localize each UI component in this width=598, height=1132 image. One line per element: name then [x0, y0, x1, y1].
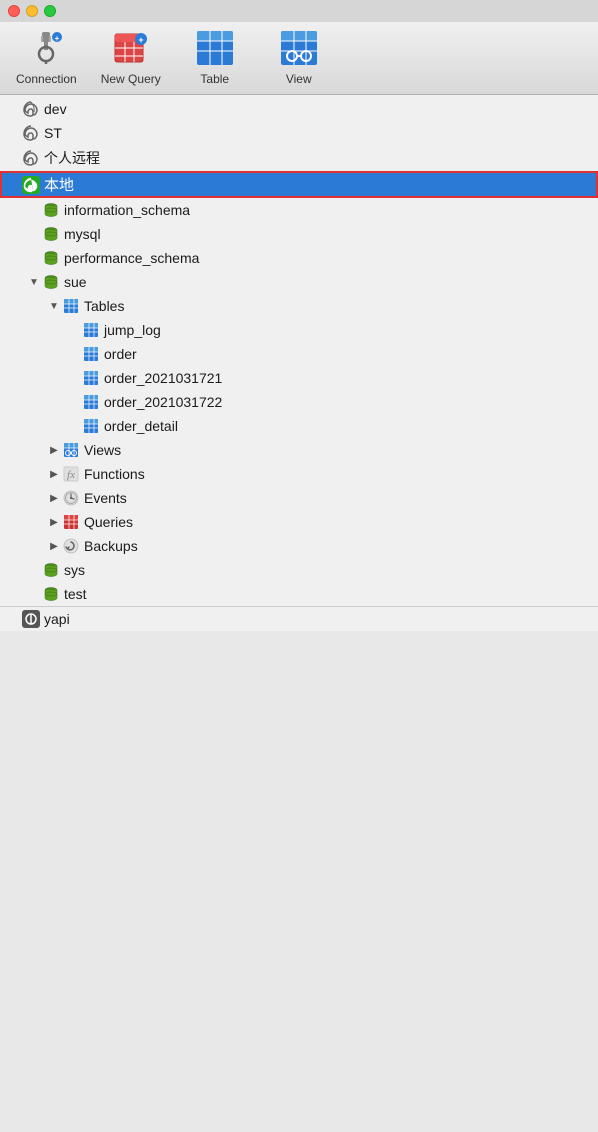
green-leaf-icon-local — [22, 176, 40, 194]
tree-label-order-2021031722: order_2021031722 — [104, 394, 222, 410]
database-icon-test — [42, 585, 60, 603]
chevron-queries — [48, 516, 60, 528]
table-icon-order — [82, 345, 100, 363]
toolbar: + Connection + New Query — [0, 22, 598, 95]
database-icon-sys — [42, 561, 60, 579]
queries-icon — [62, 513, 80, 531]
tree-label-views: Views — [84, 442, 121, 458]
title-bar — [0, 0, 598, 22]
database-icon-performance-schema — [42, 249, 60, 267]
maximize-button[interactable] — [44, 5, 56, 17]
view-label: View — [286, 72, 312, 86]
table-icon-order-2021031721 — [82, 369, 100, 387]
tree-item-dev[interactable]: dev — [0, 97, 598, 121]
table-icon-order-2021031722 — [82, 393, 100, 411]
table-icon-jump-log — [82, 321, 100, 339]
tree-item-sue[interactable]: sue — [0, 270, 598, 294]
yapi-icon — [22, 610, 40, 628]
tree-item-order-2021031722[interactable]: order_2021031722 — [0, 390, 598, 414]
tree-item-local[interactable]: 本地 — [0, 171, 598, 198]
table-icon-tables — [62, 297, 80, 315]
tree-item-st[interactable]: ST — [0, 121, 598, 145]
new-query-toolbar-item[interactable]: + New Query — [101, 28, 161, 86]
tree-label-order-detail: order_detail — [104, 418, 178, 434]
tree-item-order[interactable]: order — [0, 342, 598, 366]
tree-label-sue: sue — [64, 274, 87, 290]
connection-label: Connection — [16, 72, 77, 86]
tree-label-sys: sys — [64, 562, 85, 578]
tree-label-order: order — [104, 346, 137, 362]
tree-label-mysql: mysql — [64, 226, 101, 242]
tree-item-views[interactable]: Views — [0, 438, 598, 462]
tree-item-jump-log[interactable]: jump_log — [0, 318, 598, 342]
tree-item-yapi[interactable]: yapi — [0, 606, 598, 631]
tree-item-backups[interactable]: Backups — [0, 534, 598, 558]
close-button[interactable] — [8, 5, 20, 17]
tree-item-mysql[interactable]: mysql — [0, 222, 598, 246]
tree-label-events: Events — [84, 490, 127, 506]
minimize-button[interactable] — [26, 5, 38, 17]
connection-toolbar-item[interactable]: + Connection — [16, 28, 77, 86]
chevron-events — [48, 492, 60, 504]
views-icon — [62, 441, 80, 459]
tree-item-tables[interactable]: Tables — [0, 294, 598, 318]
svg-text:fx: fx — [67, 469, 75, 481]
tree-label-queries: Queries — [84, 514, 133, 530]
view-toolbar-item[interactable]: View — [269, 28, 329, 86]
database-icon-information-schema — [42, 201, 60, 219]
leaf-icon-st — [22, 124, 40, 142]
chevron-functions — [48, 468, 60, 480]
leaf-icon-personal — [22, 149, 40, 167]
tree-label-yapi: yapi — [44, 611, 70, 627]
tree-label-performance-schema: performance_schema — [64, 250, 199, 266]
tree-label-st: ST — [44, 125, 62, 141]
functions-icon: fx — [62, 465, 80, 483]
tree-label-test: test — [64, 586, 87, 602]
tree-item-functions[interactable]: fx Functions — [0, 462, 598, 486]
tree-label-information-schema: information_schema — [64, 202, 190, 218]
tree-label-tables: Tables — [84, 298, 124, 314]
view-icon — [279, 28, 319, 68]
tree-label-order-2021031721: order_2021031721 — [104, 370, 222, 386]
tree-item-test[interactable]: test — [0, 582, 598, 606]
table-icon — [195, 28, 235, 68]
tree-item-events[interactable]: Events — [0, 486, 598, 510]
connection-icon: + — [26, 28, 66, 68]
new-query-icon: + — [111, 28, 151, 68]
chevron-views — [48, 444, 60, 456]
tree-item-performance-schema[interactable]: performance_schema — [0, 246, 598, 270]
tree-item-sys[interactable]: sys — [0, 558, 598, 582]
table-label: Table — [200, 72, 229, 86]
tree-label-personal-remote: 个人远程 — [44, 148, 100, 168]
tree-item-order-detail[interactable]: order_detail — [0, 414, 598, 438]
tree-label-backups: Backups — [84, 538, 138, 554]
database-icon-mysql — [42, 225, 60, 243]
table-icon-order-detail — [82, 417, 100, 435]
tree-label-jump-log: jump_log — [104, 322, 161, 338]
svg-text:+: + — [55, 34, 60, 43]
tree-item-information-schema[interactable]: information_schema — [0, 198, 598, 222]
new-query-label: New Query — [101, 72, 161, 86]
tree-label-local: 本地 — [44, 174, 74, 195]
chevron-backups — [48, 540, 60, 552]
tree-item-personal-remote[interactable]: 个人远程 — [0, 145, 598, 171]
sidebar: dev ST 个人远程 本地 — [0, 95, 598, 631]
tree-label-dev: dev — [44, 101, 67, 117]
tree-item-order-2021031721[interactable]: order_2021031721 — [0, 366, 598, 390]
leaf-icon-dev — [22, 100, 40, 118]
table-toolbar-item[interactable]: Table — [185, 28, 245, 86]
database-icon-sue — [42, 273, 60, 291]
chevron-tables — [48, 300, 60, 312]
events-icon — [62, 489, 80, 507]
chevron-sue — [28, 276, 40, 288]
svg-text:+: + — [138, 35, 143, 45]
tree-label-functions: Functions — [84, 466, 145, 482]
tree-item-queries[interactable]: Queries — [0, 510, 598, 534]
backups-icon — [62, 537, 80, 555]
